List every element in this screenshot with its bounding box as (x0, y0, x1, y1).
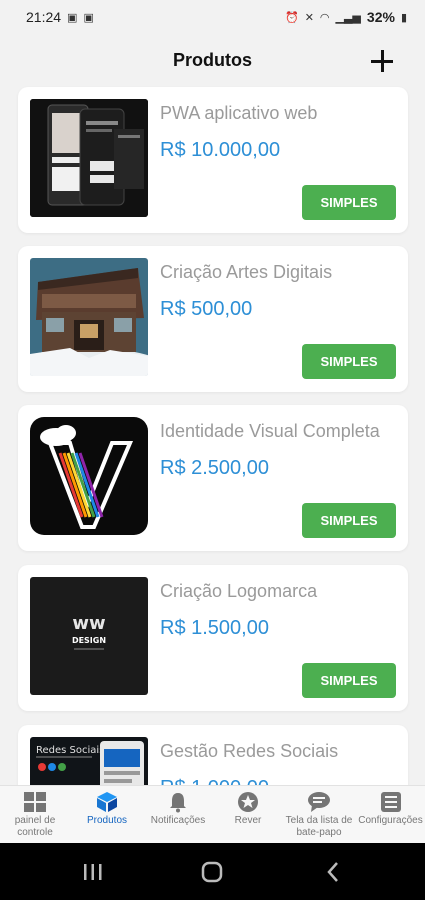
alarm-icon: ⏰ (284, 11, 299, 24)
battery-level: 32% (366, 9, 395, 25)
simple-type-button[interactable]: SIMPLES (302, 503, 396, 538)
logo-thumb-text: DESIGN (72, 636, 106, 645)
nav-label: Notificações (150, 815, 206, 826)
nav-item-products[interactable]: Produtos (74, 786, 140, 844)
bottom-nav: painel de controle Produtos Notificações… (0, 785, 425, 844)
product-price: R$ 500,00 (160, 298, 253, 320)
product-price: R$ 1.000,00 (160, 777, 269, 785)
product-card[interactable]: Redes Sociais Gestão Redes Sociais R$ 1.… (18, 725, 408, 785)
svg-text:ww: ww (72, 613, 105, 634)
cube-icon (95, 791, 119, 813)
nav-item-notifications[interactable]: Notificações (142, 786, 214, 844)
product-name: Identidade Visual Completa (160, 421, 380, 441)
product-price: R$ 2.500,00 (160, 457, 269, 479)
social-thumb-text: Redes Sociais (36, 745, 104, 756)
recent-apps-icon (84, 863, 102, 880)
bell-icon (168, 791, 188, 813)
product-card[interactable]: PWA aplicativo web R$ 10.000,00 SIMPLES (18, 87, 408, 233)
product-name: Criação Artes Digitais (160, 262, 333, 282)
mute-icon: ✕ (304, 11, 314, 24)
nav-label: painel de controle (14, 815, 56, 838)
chat-icon (307, 791, 331, 813)
android-nav-bar (0, 843, 425, 900)
nav-item-settings[interactable]: Configurações (356, 786, 425, 844)
product-list[interactable]: PWA aplicativo web R$ 10.000,00 SIMPLES … (0, 86, 425, 785)
status-left: 21:24 ▣ ▣ (26, 9, 94, 25)
nav-item-chat-list[interactable]: Tela da lista de bate-papo (282, 786, 356, 844)
recent-apps-button[interactable] (70, 843, 116, 900)
product-thumbnail-social-media: Redes Sociais (30, 737, 148, 785)
app-header: Produtos (0, 34, 425, 86)
back-icon (327, 861, 338, 882)
product-price: R$ 10.000,00 (160, 139, 281, 161)
nav-label: Configurações (358, 815, 423, 826)
nav-label: Tela da lista de bate-papo (285, 815, 353, 838)
dashboard-icon (23, 791, 47, 813)
add-product-button[interactable] (369, 48, 395, 74)
product-name: PWA aplicativo web (160, 103, 318, 123)
product-name: Criação Logomarca (160, 581, 318, 601)
nav-label: Rever (234, 815, 262, 826)
status-right: ⏰ ✕ ◠ ▁▃▅ 32% ▮ (285, 9, 407, 25)
product-thumbnail-logo: ww DESIGN (30, 577, 148, 695)
home-button[interactable] (189, 843, 235, 900)
wifi-icon: ◠ (319, 11, 330, 24)
product-card[interactable]: ww DESIGN Criação Logomarca R$ 1.500,00 … (18, 565, 408, 711)
product-thumbnail-visual-identity (30, 417, 148, 535)
home-icon (201, 861, 223, 882)
simple-type-button[interactable]: SIMPLES (302, 344, 396, 379)
star-icon (237, 791, 259, 813)
status-bar: 21:24 ▣ ▣ ⏰ ✕ ◠ ▁▃▅ 32% ▮ (0, 0, 425, 34)
nav-item-dashboard[interactable]: painel de controle (0, 786, 70, 844)
battery-icon: ▮ (400, 11, 407, 24)
product-card[interactable]: Identidade Visual Completa R$ 2.500,00 S… (18, 405, 408, 551)
signal-icon: ▁▃▅ (335, 11, 361, 24)
nav-item-review[interactable]: Rever (216, 786, 280, 844)
image-icon: ▣ (67, 11, 78, 24)
product-card[interactable]: Criação Artes Digitais R$ 500,00 SIMPLES (18, 246, 408, 392)
status-time: 21:24 (26, 9, 62, 25)
simple-type-button[interactable]: SIMPLES (302, 185, 396, 220)
product-thumbnail-pwa (30, 99, 148, 217)
list-icon (380, 791, 402, 813)
product-price: R$ 1.500,00 (160, 617, 269, 639)
back-button[interactable] (310, 843, 356, 900)
simple-type-button[interactable]: SIMPLES (302, 663, 396, 698)
gallery-icon: ▣ (83, 11, 94, 24)
product-name: Gestão Redes Sociais (160, 741, 339, 761)
page-title: Produtos (173, 50, 252, 70)
product-thumbnail-digital-art (30, 258, 148, 376)
nav-label: Produtos (86, 815, 128, 826)
